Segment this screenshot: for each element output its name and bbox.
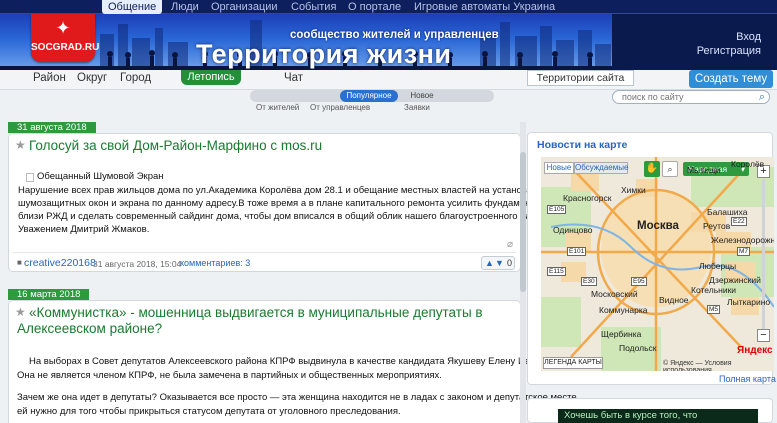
nav-okrug[interactable]: Округ bbox=[77, 72, 107, 84]
section-navigation: Район Округ Город Летопись Чат Территори… bbox=[0, 70, 777, 90]
scrollbar-thumb[interactable] bbox=[520, 152, 526, 292]
road-label: E105 bbox=[547, 205, 567, 214]
post-image-placeholder bbox=[26, 173, 34, 182]
post-title[interactable]: Голосуй за свой Дом-Район-Марфино с mos.… bbox=[29, 138, 322, 153]
vote-box: ▲ ▼ 0 bbox=[481, 256, 515, 270]
post-date-tag: 31 августа 2018 bbox=[8, 122, 96, 133]
map-label-moskva: Москва bbox=[637, 220, 679, 232]
map-copyright[interactable]: © Яндекс — Условия использования bbox=[663, 360, 774, 371]
map-label-podolsk: Подольск bbox=[619, 343, 657, 353]
post-text-line: близи РЖД и сделать современный сайдинг … bbox=[18, 211, 562, 222]
hand-tool-icon[interactable]: ✋ bbox=[644, 161, 660, 177]
filter-requests[interactable]: Заявки bbox=[404, 103, 430, 112]
road-label: E115 bbox=[547, 267, 566, 276]
nav-letopis[interactable]: Летопись bbox=[181, 70, 241, 85]
topnav-o-portale[interactable]: О портале bbox=[348, 1, 401, 13]
map-tab-discussed[interactable]: Обсуждаемые bbox=[574, 162, 628, 174]
attachment-icon: ⌀ bbox=[507, 239, 514, 250]
map-label-khimki: Химки bbox=[621, 185, 646, 195]
login-link[interactable]: Вход bbox=[736, 31, 761, 43]
topnav-igrovye[interactable]: Игровые автоматы Украина bbox=[414, 1, 555, 13]
map-label-balashikha: Балашиха bbox=[707, 207, 748, 217]
nav-chat[interactable]: Чат bbox=[284, 72, 303, 84]
map-heading: Новости на карте bbox=[537, 139, 628, 151]
map-label-dzerzhinsky: Дзержинский bbox=[709, 275, 761, 285]
search-icon[interactable]: ⌕ bbox=[755, 91, 769, 103]
map-label-zheleznodorozhny: Железнодорожный bbox=[711, 235, 774, 245]
maple-leaf-icon: ✦ bbox=[55, 18, 71, 38]
post-timestamp: 31 августа 2018, 15:04 bbox=[93, 259, 182, 269]
map-label-vidnoe: Видное bbox=[659, 295, 689, 305]
zoom-out-button[interactable]: − bbox=[757, 329, 770, 342]
site-logo[interactable]: ✦ SOCGRAD.RU bbox=[31, 14, 100, 62]
topnav-sobytiya[interactable]: События bbox=[291, 1, 336, 13]
full-map-link[interactable]: Полная карта bbox=[719, 374, 776, 384]
post-author[interactable]: creative220168 bbox=[24, 257, 96, 269]
map-label-odintsovo: Одинцово bbox=[553, 225, 593, 235]
topnav-lyudi[interactable]: Люди bbox=[171, 1, 199, 13]
post-image-caption: Обещанный Шумовой Экран bbox=[37, 171, 164, 182]
road-label: E95 bbox=[631, 277, 647, 286]
map-label-korolev: Королёв bbox=[731, 159, 765, 169]
post-text-line: Она не является членом КПРФ, не была зам… bbox=[17, 370, 442, 381]
star-icon[interactable]: ★ bbox=[15, 305, 26, 319]
road-label: E30 bbox=[581, 277, 597, 286]
road-label: E22 bbox=[731, 217, 747, 226]
map-canvas bbox=[541, 157, 774, 371]
thumbs-down-icon[interactable]: ▼ bbox=[495, 257, 504, 269]
register-link[interactable]: Регистрация bbox=[697, 45, 761, 57]
post-text-line: На выборах в Совет депутатов Алексеевско… bbox=[29, 356, 563, 367]
topnav-organizatsii[interactable]: Организации bbox=[211, 1, 278, 13]
map-label-lytkarino: Лыткарино bbox=[727, 297, 771, 307]
post-text-line: Уважением Дмитрий Жмаков. bbox=[18, 224, 150, 235]
promo-text[interactable]: Хочешь быть в курсе того, что bbox=[558, 409, 758, 423]
map-label-shcherbinka: Щербинка bbox=[601, 329, 642, 339]
map-label-mytishchi: Мытищи bbox=[687, 165, 721, 175]
map-label-kotelniki: Котельники bbox=[691, 285, 737, 295]
site-title: Территория жизни bbox=[196, 39, 452, 69]
map-legend-button[interactable]: ЛЕГЕНДА КАРТЫ bbox=[543, 357, 603, 369]
post-title-line[interactable]: Алексеевском районе? bbox=[17, 321, 162, 336]
filter-from-officials[interactable]: От управленцев bbox=[310, 103, 370, 112]
content-scrollbar[interactable] bbox=[520, 122, 526, 423]
post-text-line: ей нужно для того чтобы прикрыться стату… bbox=[17, 406, 401, 417]
road-label: M7 bbox=[737, 247, 751, 256]
road-label: M5 bbox=[707, 305, 721, 314]
post-comments-link[interactable]: комментариев: 3 bbox=[180, 258, 250, 268]
search-input[interactable] bbox=[612, 90, 770, 104]
map-label-kommunarka: Коммунарка bbox=[599, 305, 648, 315]
magnifier-tool-icon[interactable]: ⌕ bbox=[662, 161, 678, 177]
filter-from-residents[interactable]: От жителей bbox=[256, 103, 299, 112]
map-label-reutov: Реутов bbox=[703, 221, 731, 231]
road-label: E101 bbox=[567, 247, 587, 256]
filter-popular[interactable]: Популярное bbox=[340, 90, 398, 102]
post-date-tag: 16 марта 2018 bbox=[8, 289, 90, 300]
nav-gorod[interactable]: Город bbox=[120, 72, 151, 84]
thumbs-up-icon[interactable]: ▲ bbox=[485, 257, 494, 269]
filter-toggle: Популярное Новое bbox=[250, 90, 494, 102]
post-title-line[interactable]: «Коммунистка» - мошенница выдвигается в … bbox=[29, 305, 483, 320]
map-label-moskovsky: Московский bbox=[591, 289, 638, 299]
post-divider bbox=[13, 252, 516, 253]
post-text-line: Нарушение всех прав жильцов дома по ул.А… bbox=[18, 185, 536, 196]
filter-new[interactable]: Новое bbox=[402, 90, 442, 102]
map-tab-new[interactable]: Новые bbox=[544, 162, 574, 174]
topnav-obschenie[interactable]: Общение bbox=[102, 0, 163, 14]
yandex-map[interactable]: Новые Обсуждаемые ✋ ⌕ Народная ▾ + − Крас… bbox=[541, 157, 774, 371]
yandex-brand: Яндекс bbox=[737, 345, 773, 356]
top-navigation: Общение Люди Организации События О порта… bbox=[0, 0, 777, 14]
territories-button[interactable]: Территории сайта bbox=[527, 70, 634, 86]
promo-panel: Хочешь быть в курсе того, что bbox=[527, 398, 773, 423]
user-icon: ■ bbox=[17, 258, 22, 267]
create-topic-button[interactable]: Создать тему bbox=[689, 70, 773, 88]
vote-count: 0 bbox=[507, 258, 513, 268]
map-label-krasnogorsk: Красногорск bbox=[563, 193, 612, 203]
star-icon[interactable]: ★ bbox=[15, 138, 26, 152]
map-label-lyubertsy: Люберцы bbox=[699, 261, 737, 271]
nav-raion[interactable]: Район bbox=[33, 72, 66, 84]
post-text-line: Зачем же она идет в депутаты? Оказываетс… bbox=[17, 392, 577, 403]
auth-panel: Вход Регистрация bbox=[612, 14, 777, 70]
logo-text: SOCGRAD.RU bbox=[31, 42, 100, 53]
